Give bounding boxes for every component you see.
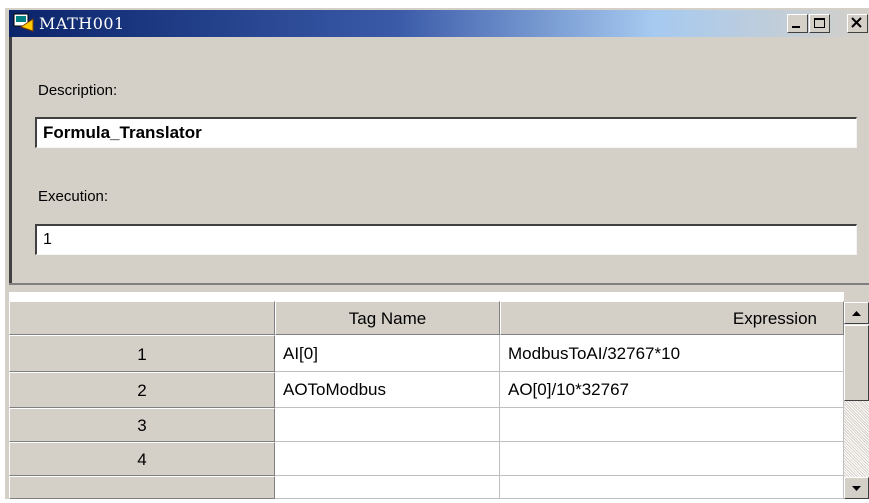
maximize-icon (814, 18, 825, 28)
expression-grid: Tag Name Expression 1 AI[0] ModbusToAI/3… (9, 292, 844, 499)
execution-label: Execution: (38, 188, 109, 205)
row-header[interactable]: 4 (9, 442, 275, 476)
scroll-thumb[interactable] (844, 325, 869, 401)
corner-header[interactable] (9, 301, 275, 335)
row-header[interactable]: 3 (9, 408, 275, 442)
execution-field[interactable]: 1 (35, 224, 857, 255)
tag-name-cell[interactable] (275, 442, 500, 476)
description-field[interactable]: Formula_Translator (35, 117, 857, 148)
panel-divider (9, 283, 869, 292)
minimize-icon (792, 26, 800, 28)
tag-name-cell[interactable]: AI[0] (275, 335, 500, 372)
close-button[interactable] (847, 14, 868, 33)
expression-cell[interactable]: AO[0]/10*32767 (500, 372, 844, 408)
expression-cell[interactable]: ModbusToAI/32767*10 (500, 335, 844, 372)
scroll-down-icon (852, 486, 861, 491)
scroll-track[interactable] (844, 401, 869, 477)
description-label: Description: (38, 82, 118, 99)
scroll-down-button[interactable] (844, 477, 869, 499)
maximize-button[interactable] (809, 14, 830, 33)
app-icon (13, 13, 34, 32)
tag-name-cell[interactable] (275, 408, 500, 442)
properties-panel: Description: Formula_Translator Executio… (9, 37, 869, 283)
window-title: MATH001 (39, 14, 125, 33)
vertical-scrollbar[interactable] (844, 302, 869, 499)
column-header-expression[interactable]: Expression (500, 301, 844, 335)
expression-cell[interactable] (500, 408, 844, 442)
row-header[interactable]: 1 (9, 335, 275, 372)
scroll-up-icon (852, 311, 861, 316)
expression-cell[interactable] (500, 442, 844, 476)
panel-border (9, 37, 12, 283)
tag-name-cell[interactable]: AOToModbus (275, 372, 500, 408)
minimize-button[interactable] (787, 14, 808, 33)
expression-cell[interactable] (500, 476, 844, 499)
row-header[interactable] (9, 476, 275, 499)
column-header-tag-name[interactable]: Tag Name (275, 301, 500, 335)
title-bar[interactable]: MATH001 (9, 10, 869, 37)
tag-name-cell[interactable] (275, 476, 500, 499)
scroll-up-button[interactable] (844, 302, 869, 324)
row-header[interactable]: 2 (9, 372, 275, 408)
close-icon (851, 17, 862, 28)
